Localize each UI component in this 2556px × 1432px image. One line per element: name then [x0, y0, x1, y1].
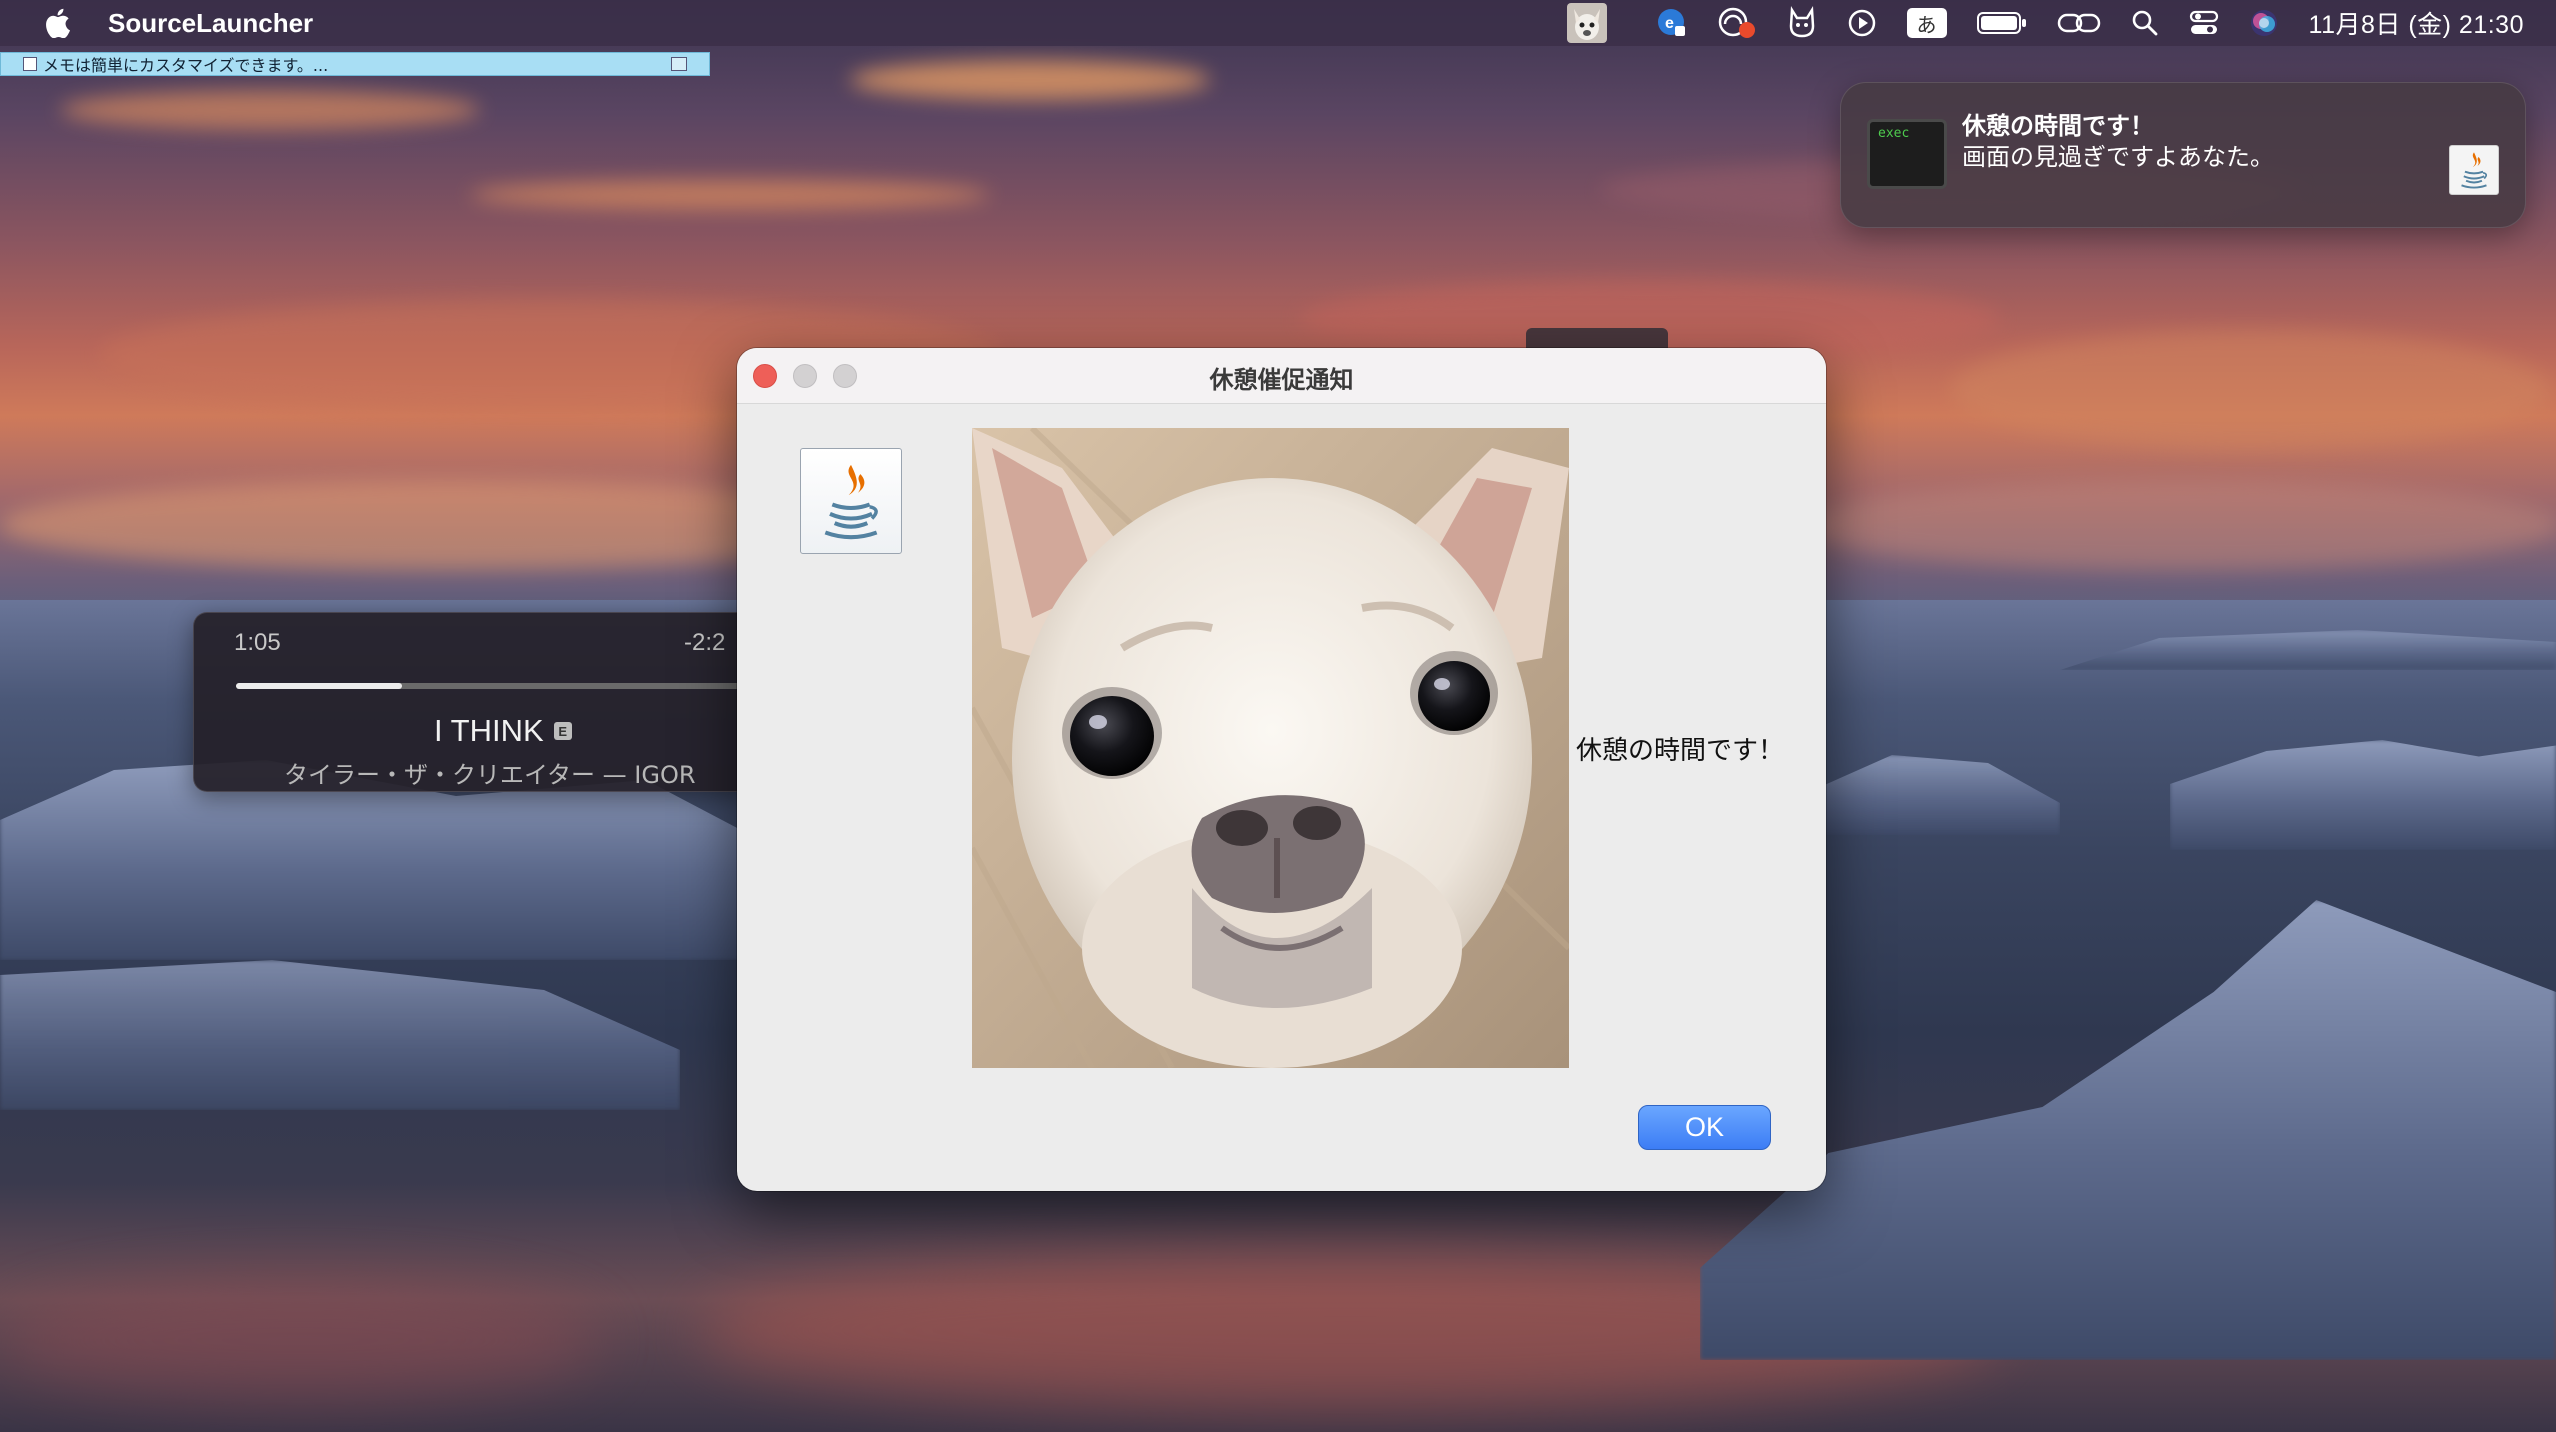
track-title-row: I THINK E: [434, 713, 572, 749]
menu-extras: e あ 11月8日 (金) 21:30: [1537, 0, 2556, 46]
menubar-clock[interactable]: 11月8日 (金) 21:30: [2309, 5, 2524, 41]
link-icon[interactable]: [2057, 0, 2101, 46]
edge-browser-icon[interactable]: e: [1657, 0, 1687, 46]
dialog-message: 休憩の時間です！: [1576, 736, 1785, 766]
siri-icon[interactable]: [2249, 0, 2279, 46]
dialog-titlebar[interactable]: 休憩催促通知: [737, 348, 1826, 404]
apple-menu-icon[interactable]: [42, 8, 72, 38]
search-icon[interactable]: [2131, 0, 2159, 46]
screen-record-icon[interactable]: [1717, 0, 1757, 46]
playback-progress: [236, 683, 403, 689]
track-artist-album: タイラー・ザ・クリエイター — IGOR: [284, 761, 696, 789]
input-method-label: あ: [1906, 8, 1947, 38]
control-center-icon[interactable]: [2189, 0, 2219, 46]
track-title: I THINK: [434, 713, 544, 748]
cat-app-icon[interactable]: [1787, 0, 1817, 46]
java-app-icon: [800, 448, 902, 554]
memo-expand-button[interactable]: [671, 57, 687, 71]
break-reminder-dialog: 休憩催促通知 休憩の時間です！ OK: [737, 348, 1826, 1191]
french-bulldog-photo: [972, 428, 1569, 1068]
now-playing-widget[interactable]: 1:05 -2:2 I THINK E タイラー・ザ・クリエイター — IGOR: [193, 612, 756, 792]
memo-text: メモは簡単にカスタマイズできます。...: [43, 56, 329, 75]
elapsed-time: 1:05: [234, 629, 281, 656]
menu-bar: SourceLauncher e あ 11月8日 (金) 21:30: [0, 0, 2556, 46]
play-circle-icon[interactable]: [1847, 0, 1877, 46]
active-app-name[interactable]: SourceLauncher: [108, 8, 313, 39]
java-cup-icon: [2449, 145, 2499, 195]
notification-banner[interactable]: exec 休憩の時間です！ 画面の見過ぎですよあなた。: [1840, 82, 2526, 228]
notification-body: 画面の見過ぎですよあなた。: [1962, 143, 2274, 171]
terminal-icon-label: exec: [1878, 126, 1910, 141]
remaining-time: -2:2: [684, 629, 726, 656]
notification-title: 休憩の時間です！: [1962, 112, 2154, 140]
ok-button[interactable]: OK: [1638, 1105, 1771, 1150]
battery-icon[interactable]: [1976, 0, 2027, 46]
explicit-badge: E: [553, 722, 572, 740]
memo-checkbox[interactable]: [23, 57, 37, 71]
dog-app-icon[interactable]: [1566, 0, 1607, 46]
input-method-icon[interactable]: あ: [1906, 0, 1947, 46]
svg-text:e: e: [1665, 15, 1674, 32]
memo-widget[interactable]: メモは簡単にカスタマイズできます。...: [0, 52, 710, 76]
playback-scrubber[interactable]: [236, 683, 756, 689]
terminal-app-icon: exec: [1867, 119, 1947, 189]
dialog-title: 休憩催促通知: [1209, 366, 1354, 394]
